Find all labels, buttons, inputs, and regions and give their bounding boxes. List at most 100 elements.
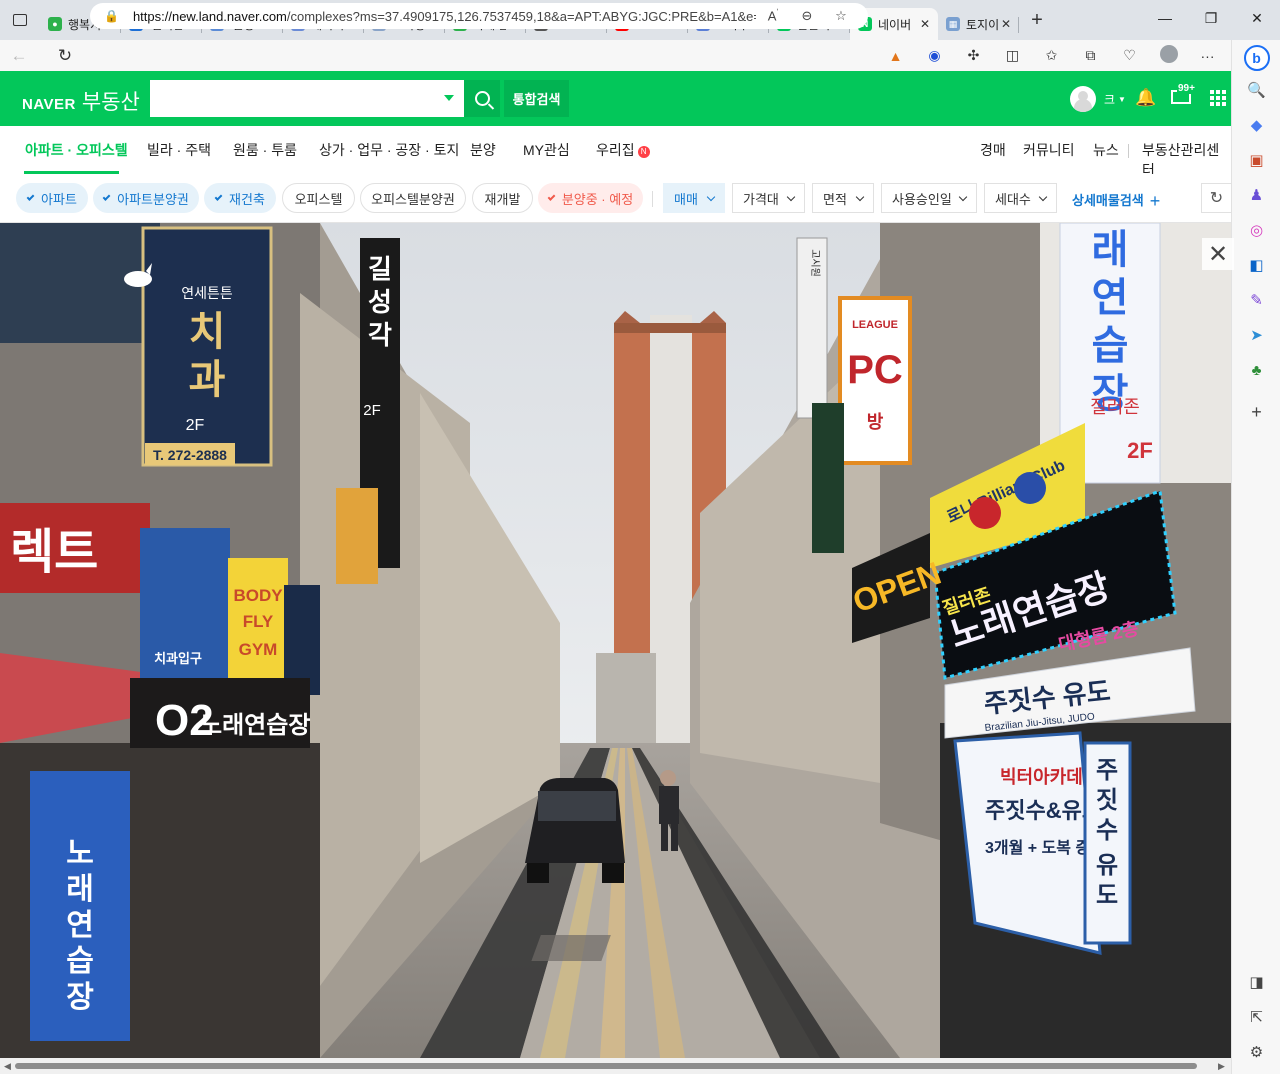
- search-input[interactable]: [150, 80, 464, 117]
- nav-news[interactable]: 뉴스: [1093, 140, 1119, 160]
- open-external-icon[interactable]: ⇱: [1232, 1000, 1280, 1034]
- extensions-puzzle-icon[interactable]: ✣: [954, 47, 993, 64]
- nav-apartment-officetel[interactable]: 아파트 · 오피스텔: [25, 140, 128, 160]
- designer-icon[interactable]: ✎: [1232, 283, 1280, 317]
- dental-char-1: 치: [189, 310, 226, 354]
- games-icon[interactable]: ♟: [1232, 178, 1280, 212]
- notification-bell-icon[interactable]: 🔔: [1135, 88, 1156, 108]
- tab-title: 네이버: [878, 17, 912, 32]
- close-window-icon[interactable]: ✕: [1234, 0, 1280, 36]
- extension-circle-icon[interactable]: ◉: [915, 47, 954, 64]
- performance-icon[interactable]: ♡: [1110, 47, 1149, 64]
- naver-land-logo[interactable]: NAVER 부동산: [22, 86, 140, 116]
- jj-v-3: 수: [1096, 817, 1118, 844]
- user-name: 크: [1104, 92, 1116, 107]
- send-icon[interactable]: ➤: [1232, 318, 1280, 352]
- restore-icon[interactable]: ❐: [1188, 0, 1234, 36]
- metamask-icon[interactable]: ▲: [876, 48, 915, 64]
- scrollbar-thumb[interactable]: [15, 1063, 1197, 1069]
- nav-commercial-land[interactable]: 상가 · 업무 · 공장 · 토지: [319, 140, 459, 160]
- dropdown-approval-date[interactable]: 사용승인일: [881, 183, 977, 213]
- chip-officetel[interactable]: 오피스텔: [282, 183, 355, 213]
- advanced-search-label: 상세매물검색: [1072, 193, 1144, 208]
- street-view-panorama[interactable]: 렉트 연세튼튼 치 과 2F T. 272-2888 길 성 각 2F 치과입구…: [0, 223, 1231, 1058]
- advanced-search-button[interactable]: 상세매물검색 +: [1072, 190, 1160, 212]
- url-field[interactable]: 🔒 https://new.land.naver.com/complexes?m…: [90, 3, 868, 29]
- new-tab-button[interactable]: +: [1019, 4, 1055, 36]
- minimize-icon[interactable]: —: [1142, 0, 1188, 36]
- tree-icon[interactable]: ♣: [1232, 353, 1280, 387]
- chip-officetel-presale-right[interactable]: 오피스텔분양권: [360, 183, 466, 213]
- dropdown-price[interactable]: 가격대: [732, 183, 805, 213]
- dropdown-trade-type[interactable]: 매매: [663, 183, 725, 213]
- nav-presale[interactable]: 분양: [470, 140, 496, 160]
- nav-oneroom-tworoom[interactable]: 원룸 · 투룸: [233, 140, 297, 160]
- search-icon[interactable]: 🔍: [1232, 73, 1280, 107]
- collections-icon[interactable]: ⧉: [1071, 47, 1110, 64]
- nav-my-home[interactable]: 우리집 N: [596, 140, 650, 160]
- outlook-icon[interactable]: ◧: [1232, 248, 1280, 282]
- jj-v-5: 도: [1096, 882, 1118, 909]
- avatar: [1070, 86, 1096, 112]
- lock-icon[interactable]: 🔒: [104, 9, 119, 23]
- chip-redevelopment[interactable]: 재개발: [472, 183, 533, 213]
- naver-land-header: NAVER 부동산 통합검색 크 ▼ 🔔 99+: [0, 71, 1231, 126]
- zoom-icon[interactable]: ⊖: [790, 8, 824, 24]
- dropdown-trade-type-label: 매매: [674, 191, 698, 207]
- chip-apartment-presale-right[interactable]: 아파트분양권: [93, 183, 199, 213]
- settings-gear-icon[interactable]: ⚙: [1232, 1035, 1280, 1069]
- sidebar-layout-icon[interactable]: ◨: [1232, 965, 1280, 999]
- add-sidebar-icon[interactable]: +: [1232, 395, 1280, 429]
- filter-divider: [652, 191, 653, 207]
- gosiwon-label: 고시원: [809, 249, 821, 277]
- karaoke-right-sub: 질러존: [1090, 397, 1140, 417]
- horizontal-scrollbar[interactable]: ◀ ▶: [0, 1058, 1231, 1074]
- chip-apartment[interactable]: 아파트: [16, 183, 88, 213]
- tag-icon[interactable]: ◆: [1232, 108, 1280, 142]
- search-dropdown-caret-icon[interactable]: [444, 95, 454, 101]
- check-icon: [547, 192, 556, 201]
- refresh-filter-icon[interactable]: ↻: [1201, 183, 1232, 213]
- mail-icon[interactable]: 99+: [1171, 83, 1196, 104]
- favorites-icon[interactable]: ✩: [1032, 47, 1071, 64]
- apps-grid-icon[interactable]: [1210, 90, 1226, 106]
- chip-presale-ongoing[interactable]: 분양중 · 예정: [538, 183, 643, 213]
- profile-avatar-icon[interactable]: [1149, 45, 1188, 66]
- dropdown-area[interactable]: 면적: [812, 183, 874, 213]
- tab-actions-menu-icon[interactable]: [0, 0, 40, 40]
- nav-auction[interactable]: 경매: [980, 140, 1006, 160]
- reload-icon[interactable]: ↻: [46, 40, 84, 71]
- chevron-down-icon: [1038, 192, 1048, 202]
- tab-close-icon[interactable]: ✕: [918, 17, 932, 31]
- office-icon[interactable]: ◎: [1232, 213, 1280, 247]
- karaoke-v-1: 노: [66, 837, 94, 870]
- chip-reconstruction[interactable]: 재건축: [204, 183, 276, 213]
- chip-presale-ongoing-label: 분양중 · 예정: [561, 191, 634, 207]
- scroll-right-arrow-icon[interactable]: ▶: [1218, 1061, 1225, 1072]
- dropdown-households[interactable]: 세대수: [984, 183, 1057, 213]
- dropdown-price-label: 가격대: [743, 191, 779, 207]
- total-search-button[interactable]: 통합검색: [504, 80, 569, 117]
- user-menu[interactable]: 크 ▼: [1070, 86, 1126, 112]
- nav-villa-house[interactable]: 빌라 · 주택: [147, 140, 211, 160]
- scroll-left-arrow-icon[interactable]: ◀: [4, 1061, 11, 1072]
- back-arrow-icon[interactable]: ←: [0, 40, 38, 71]
- split-screen-icon[interactable]: ◫: [993, 47, 1032, 64]
- search-button[interactable]: [464, 80, 500, 117]
- nav-my-interest[interactable]: MY관심: [523, 140, 570, 160]
- read-aloud-icon[interactable]: Aʼ: [756, 8, 790, 23]
- nav-community[interactable]: 커뮤니티: [1023, 140, 1075, 160]
- browser-tab[interactable]: ▦ 토지이 ✕: [938, 8, 1019, 40]
- close-street-view-icon[interactable]: ✕: [1202, 238, 1234, 270]
- more-menu-icon[interactable]: ···: [1188, 48, 1227, 64]
- karaoke-v-2: 래: [66, 873, 94, 906]
- favorite-star-icon[interactable]: ☆: [824, 8, 858, 24]
- karaoke-rv-2: 연: [1092, 276, 1129, 320]
- karaoke-rv-1: 래: [1092, 228, 1129, 272]
- jj-v-4: 유: [1096, 852, 1118, 879]
- tab-close-icon[interactable]: ✕: [999, 17, 1013, 31]
- dental-char-2: 과: [189, 358, 226, 402]
- toolbox-icon[interactable]: ▣: [1232, 143, 1280, 177]
- bing-copilot-icon[interactable]: b: [1232, 38, 1280, 78]
- url-text[interactable]: https://new.land.naver.com/complexes?ms=…: [133, 9, 756, 24]
